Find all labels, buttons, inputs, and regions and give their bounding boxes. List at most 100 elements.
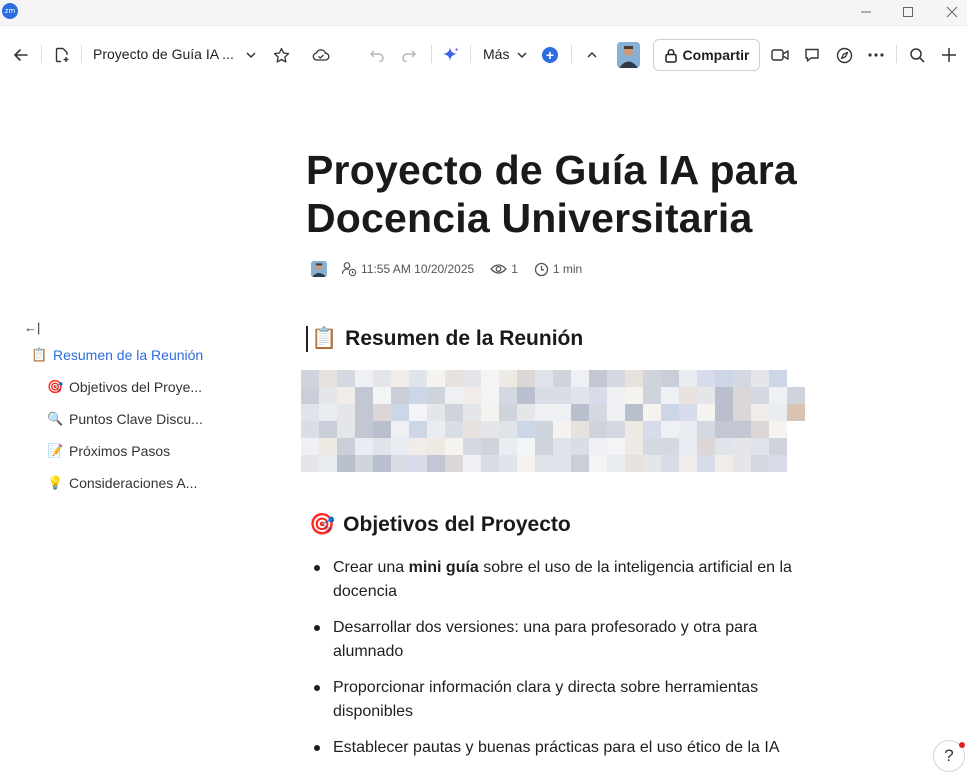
redaction-tile xyxy=(427,421,445,438)
document-toolbar: Proyecto de Guía IA ... Más + Compartir xyxy=(0,26,967,84)
redacted-content xyxy=(301,370,809,472)
redaction-tile xyxy=(715,455,733,472)
title-chevron-button[interactable] xyxy=(243,41,259,69)
redaction-tile xyxy=(571,370,589,387)
new-tab-button[interactable] xyxy=(939,41,959,69)
redaction-tile xyxy=(499,421,517,438)
divider xyxy=(431,45,432,63)
page-title[interactable]: Proyecto de Guía IA para Docencia Univer… xyxy=(306,146,826,242)
outline-item[interactable]: 💡 Consideraciones A... xyxy=(47,475,197,491)
maximize-button[interactable] xyxy=(888,0,928,24)
collapse-outline-button[interactable]: ←| xyxy=(24,320,40,335)
share-button[interactable]: Compartir xyxy=(653,39,760,71)
close-button[interactable] xyxy=(932,0,967,24)
redaction-tile xyxy=(319,421,337,438)
outline-emoji-icon: 💡 xyxy=(47,475,64,491)
redaction-tile xyxy=(391,455,409,472)
redaction-tile xyxy=(463,387,481,404)
redaction-tile xyxy=(589,387,607,404)
redaction-tile xyxy=(427,387,445,404)
redaction-tile xyxy=(535,387,553,404)
view-count: 1 xyxy=(490,262,518,276)
more-options-button[interactable] xyxy=(866,41,886,69)
lock-icon xyxy=(664,48,677,63)
outline-item-label: Consideraciones A... xyxy=(69,475,198,491)
divider xyxy=(896,45,897,63)
undo-button[interactable] xyxy=(367,41,387,69)
back-button[interactable] xyxy=(10,41,32,69)
read-time-value: 1 min xyxy=(552,262,583,276)
video-button[interactable] xyxy=(770,41,790,69)
list-item[interactable]: Establecer pautas y buenas prácticas par… xyxy=(311,736,811,760)
redaction-tile xyxy=(373,370,391,387)
redaction-tile xyxy=(571,455,589,472)
redaction-tile xyxy=(301,370,319,387)
redaction-tile xyxy=(517,438,535,455)
redaction-tile xyxy=(787,404,805,421)
plus-icon xyxy=(942,48,956,62)
redaction-tile xyxy=(553,438,571,455)
redaction-tile xyxy=(769,421,787,438)
list-item[interactable]: Proporcionar información clara y directa… xyxy=(311,676,811,724)
redaction-tile xyxy=(697,455,715,472)
explore-button[interactable] xyxy=(834,41,854,69)
redaction-tile xyxy=(751,370,769,387)
collapse-toolbar-button[interactable] xyxy=(583,41,601,69)
list-item-text: Establecer pautas y buenas prácticas par… xyxy=(333,739,780,756)
redaction-tile xyxy=(373,421,391,438)
redaction-tile xyxy=(769,370,787,387)
outline-item[interactable]: 🔍 Puntos Clave Discu... xyxy=(47,411,203,427)
list-item[interactable]: Crear una mini guía sobre el uso de la i… xyxy=(311,556,811,604)
avatar[interactable] xyxy=(617,42,640,68)
redaction-tile xyxy=(751,421,769,438)
ai-companion-button[interactable] xyxy=(441,41,461,69)
maximize-icon xyxy=(903,7,913,17)
list-item-text: Crear una xyxy=(333,559,409,576)
redaction-tile xyxy=(391,370,409,387)
section-heading-resumen[interactable]: 📋 Resumen de la Reunión xyxy=(311,326,583,351)
redaction-tile xyxy=(643,370,661,387)
redaction-tile xyxy=(463,421,481,438)
more-menu-button[interactable]: Más xyxy=(483,46,509,62)
section-heading-objetivos[interactable]: 🎯 Objetivos del Proyecto xyxy=(309,512,571,537)
last-edited: 11:55 AM 10/20/2025 xyxy=(341,261,474,277)
redaction-tile xyxy=(499,370,517,387)
outline-item[interactable]: 🎯 Objetivos del Proye... xyxy=(47,379,202,395)
comments-button[interactable] xyxy=(802,41,822,69)
document-title-dropdown[interactable]: Proyecto de Guía IA ... xyxy=(93,46,234,62)
author-avatar[interactable] xyxy=(311,261,327,277)
outline-emoji-icon: 🎯 xyxy=(47,379,64,395)
redaction-tile xyxy=(409,387,427,404)
redo-button[interactable] xyxy=(399,41,419,69)
list-item[interactable]: Desarrollar dos versiones: una para prof… xyxy=(311,616,811,664)
compass-icon xyxy=(836,47,852,63)
list-item-text: Proporcionar información clara y directa… xyxy=(333,679,759,720)
redaction-tile xyxy=(589,370,607,387)
redaction-tile xyxy=(607,421,625,438)
outline-emoji-icon: 🔍 xyxy=(47,411,64,427)
redaction-tile xyxy=(319,438,337,455)
redaction-tile xyxy=(391,421,409,438)
cloud-sync-button[interactable] xyxy=(310,41,332,69)
redaction-tile xyxy=(517,370,535,387)
redaction-tile xyxy=(625,455,643,472)
redaction-tile xyxy=(733,438,751,455)
redaction-tile xyxy=(715,421,733,438)
favorite-button[interactable] xyxy=(271,41,291,69)
more-menu-chevron[interactable] xyxy=(515,41,529,69)
redaction-tile xyxy=(571,404,589,421)
outline-item[interactable]: 📋 Resumen de la Reunión xyxy=(31,347,203,363)
outline-item[interactable]: 📝 Próximos Pasos xyxy=(47,443,170,459)
redaction-tile xyxy=(463,455,481,472)
redaction-tile xyxy=(337,387,355,404)
document-meta: 11:55 AM 10/20/2025 1 1 min xyxy=(311,260,582,278)
redaction-tile xyxy=(697,421,715,438)
minimize-button[interactable] xyxy=(846,0,886,24)
read-time: 1 min xyxy=(534,262,582,277)
search-button[interactable] xyxy=(907,41,927,69)
chevron-up-icon xyxy=(587,51,597,58)
new-doc-button[interactable] xyxy=(52,41,72,69)
list-item-text: Desarrollar dos versiones: una para prof… xyxy=(333,619,758,660)
redaction-tile xyxy=(481,370,499,387)
insert-button[interactable]: + xyxy=(542,47,558,63)
